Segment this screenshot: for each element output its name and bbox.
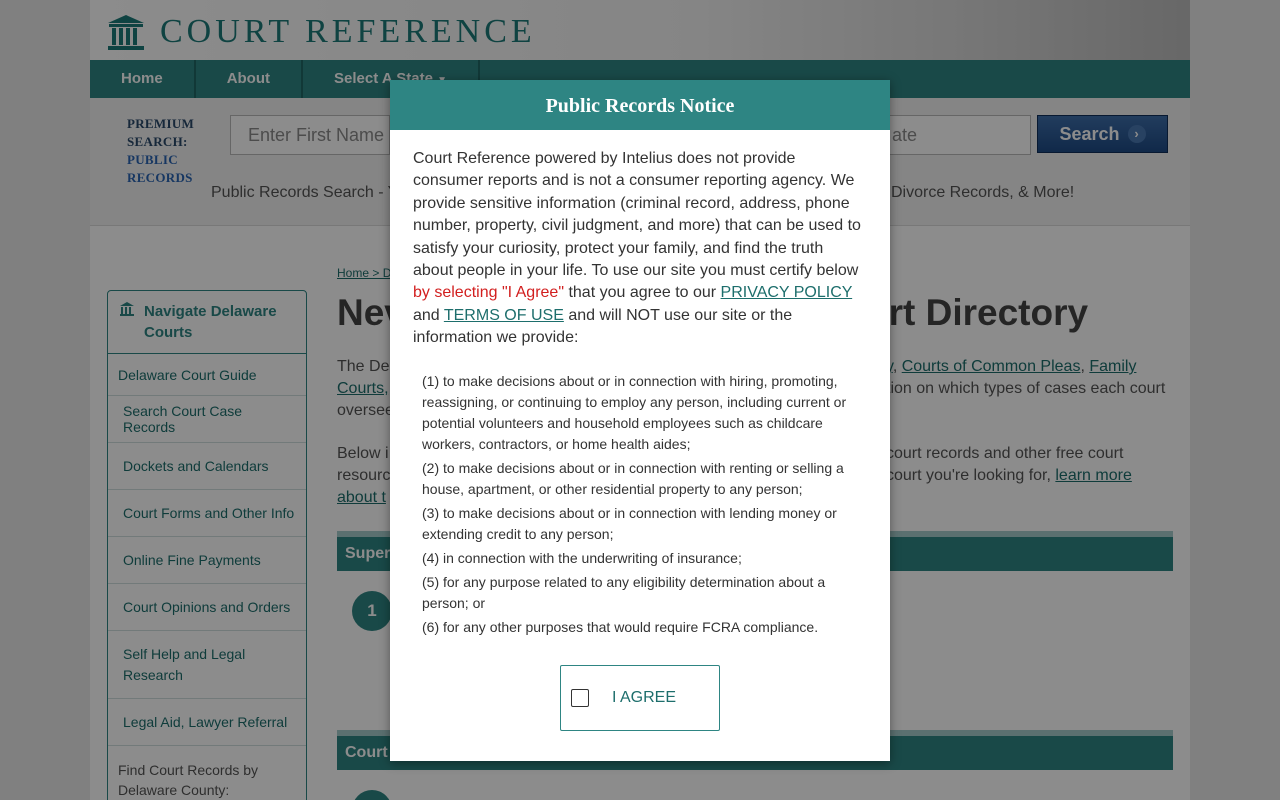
public-records-modal: Public Records Notice Court Reference po… — [390, 80, 890, 761]
i-agree-button[interactable]: I AGREE — [560, 665, 720, 731]
notice-text: Court Reference powered by Intelius does… — [413, 148, 867, 350]
notice-red-text: by selecting "I Agree" — [413, 284, 564, 302]
purpose-item: (5) for any purpose related to any eligi… — [422, 573, 826, 611]
notice-part-3: and — [413, 306, 444, 324]
notice-part-1: Court Reference powered by Intelius does… — [413, 150, 861, 280]
purpose-item: (2) to make decisions about or in connec… — [422, 459, 844, 497]
purpose-item: (1) to make decisions about or in connec… — [422, 372, 847, 452]
purposes-list: (1) to make decisions about or in connec… — [422, 371, 867, 638]
modal-title: Public Records Notice — [390, 80, 890, 130]
notice-part-2: that you agree to our — [564, 284, 721, 302]
purpose-item: (6) for any other purposes that would re… — [422, 618, 819, 635]
privacy-policy-link[interactable]: PRIVACY POLICY — [721, 284, 853, 301]
agree-checkbox[interactable] — [571, 689, 589, 707]
agree-label: I AGREE — [612, 689, 677, 706]
purpose-item: (3) to make decisions about or in connec… — [422, 504, 837, 542]
terms-of-use-link[interactable]: TERMS OF USE — [444, 307, 564, 324]
modal-body: Court Reference powered by Intelius does… — [390, 130, 890, 638]
purpose-item: (4) in connection with the underwriting … — [422, 549, 742, 566]
